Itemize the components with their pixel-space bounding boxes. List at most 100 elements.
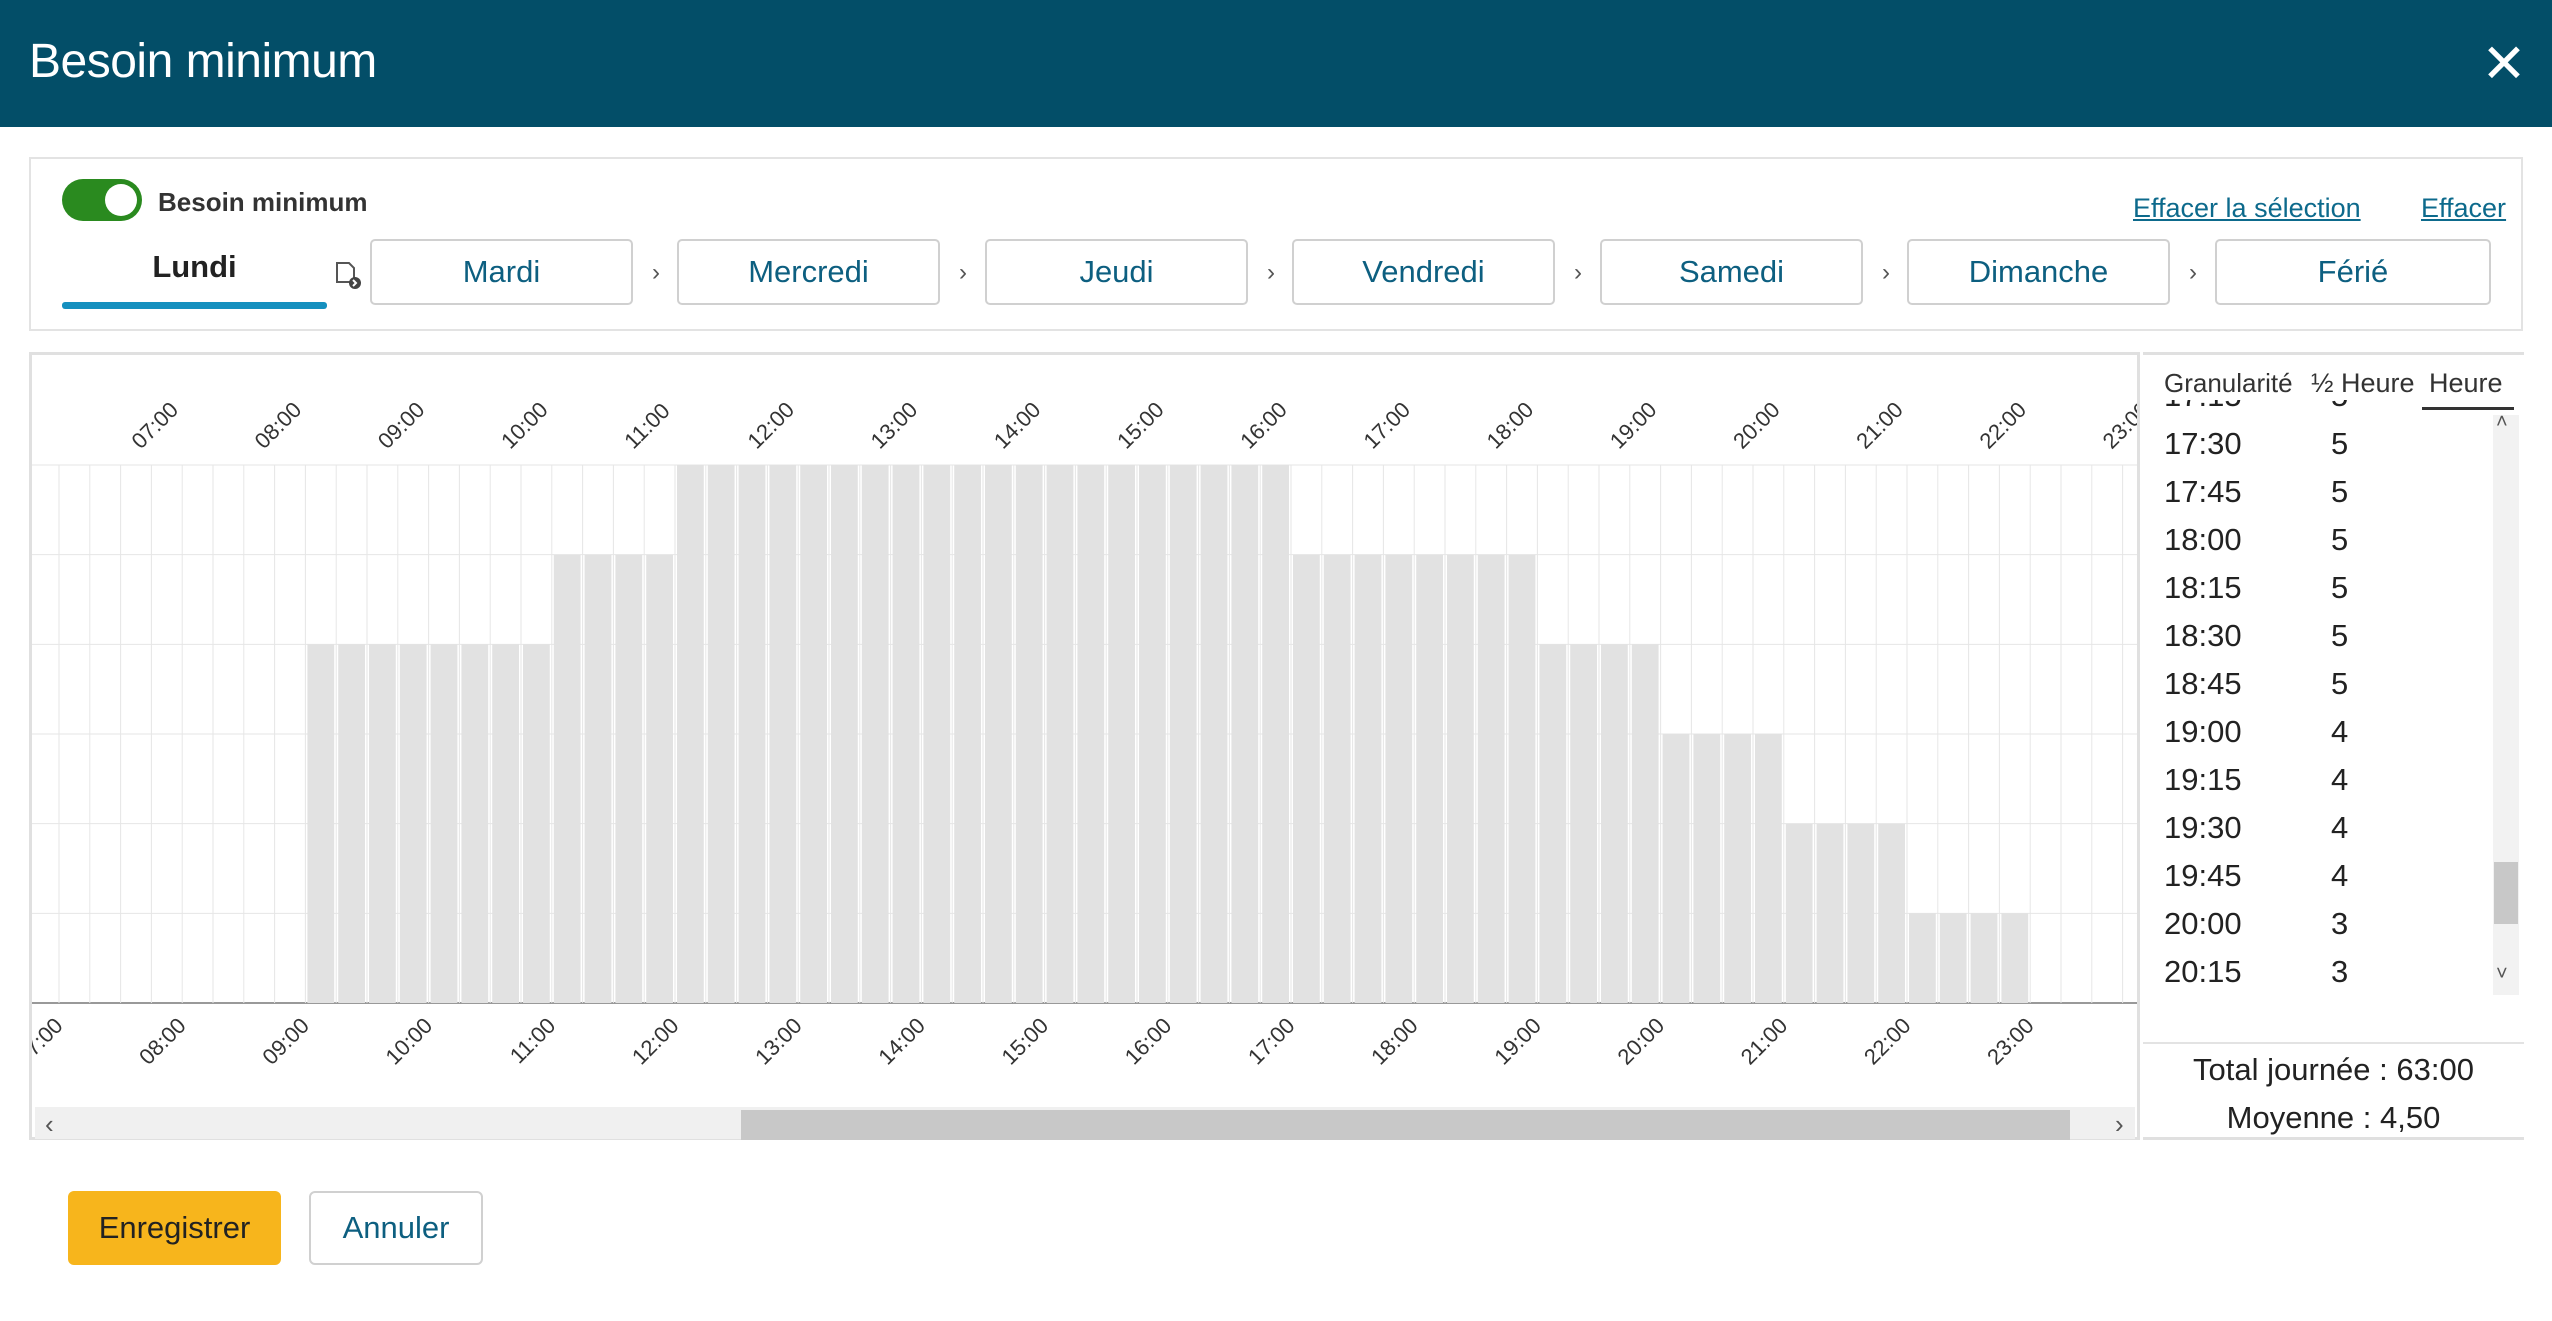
bar[interactable] bbox=[553, 554, 581, 1003]
bar[interactable] bbox=[1077, 465, 1105, 1003]
need-chart-svg[interactable]: 07:00 07:00 08:00 08:00 09:00 09:00 10:00 10:00… bbox=[32, 355, 2137, 1107]
bar[interactable] bbox=[1631, 644, 1659, 1003]
bar[interactable] bbox=[1939, 913, 1967, 1003]
bar[interactable] bbox=[1878, 823, 1905, 1003]
bar[interactable] bbox=[677, 465, 704, 1003]
bar[interactable] bbox=[861, 465, 889, 1003]
bar[interactable] bbox=[769, 465, 797, 1003]
bar[interactable] bbox=[430, 644, 458, 1003]
bar[interactable] bbox=[1108, 465, 1135, 1003]
bar[interactable] bbox=[1816, 823, 1844, 1003]
bar[interactable] bbox=[1262, 465, 1289, 1003]
list-item[interactable]: 19:30 4 bbox=[2164, 810, 2484, 858]
clear-selection-link[interactable]: Effacer la sélection bbox=[2133, 193, 2361, 224]
bar[interactable] bbox=[1416, 554, 1443, 1003]
bar[interactable] bbox=[1231, 465, 1259, 1003]
list-item[interactable]: 19:15 4 bbox=[2164, 762, 2484, 810]
bar[interactable] bbox=[523, 644, 550, 1003]
scrollbar-thumb[interactable] bbox=[741, 1110, 2070, 1140]
vertical-scrollbar-thumb[interactable] bbox=[2494, 862, 2518, 924]
bar[interactable] bbox=[1539, 644, 1567, 1003]
scroll-left-icon[interactable]: ‹ bbox=[45, 1109, 54, 1140]
dialog-title: Besoin minimum bbox=[29, 35, 377, 88]
list-item[interactable]: 18:30 5 bbox=[2164, 618, 2484, 666]
list-item[interactable]: 17:15 5 bbox=[2164, 400, 2484, 426]
bar[interactable] bbox=[1601, 644, 1628, 1003]
list-item[interactable]: 17:45 5 bbox=[2164, 474, 2484, 522]
bar[interactable] bbox=[1724, 734, 1751, 1003]
granularity-panel: Granularité ½ Heure Heure 17:15517:30517… bbox=[2143, 352, 2524, 1140]
bar[interactable] bbox=[1323, 554, 1351, 1003]
bar[interactable] bbox=[1169, 465, 1197, 1003]
row-value: 5 bbox=[2331, 522, 2349, 557]
scroll-right-icon[interactable]: › bbox=[2115, 1109, 2124, 1140]
bar[interactable] bbox=[954, 465, 981, 1003]
bar[interactable] bbox=[1970, 913, 1998, 1003]
bar[interactable] bbox=[1447, 554, 1474, 1003]
bar[interactable] bbox=[831, 465, 858, 1003]
bar[interactable] bbox=[923, 465, 951, 1003]
bar[interactable] bbox=[1385, 554, 1413, 1003]
bar[interactable] bbox=[646, 554, 673, 1003]
list-item[interactable]: 18:45 5 bbox=[2164, 666, 2484, 714]
day-button-mardi[interactable]: Mardi bbox=[370, 239, 633, 305]
tab-half-hour[interactable]: ½ Heure bbox=[2311, 368, 2415, 399]
list-item[interactable]: 17:30 5 bbox=[2164, 426, 2484, 474]
bar[interactable] bbox=[1909, 913, 1936, 1003]
bar[interactable] bbox=[1755, 734, 1782, 1003]
bar[interactable] bbox=[1354, 554, 1382, 1003]
bar[interactable] bbox=[492, 644, 519, 1003]
bar[interactable] bbox=[1847, 823, 1875, 1003]
vertical-scrollbar[interactable]: ˄ ˅ bbox=[2493, 411, 2519, 995]
bar[interactable] bbox=[892, 465, 920, 1003]
scroll-down-icon[interactable]: ˅ bbox=[2496, 963, 2508, 986]
scroll-up-icon[interactable]: ˄ bbox=[2496, 411, 2508, 434]
horizontal-scrollbar[interactable]: ‹ › bbox=[35, 1107, 2135, 1140]
bar[interactable] bbox=[584, 554, 612, 1003]
besoin-minimum-toggle[interactable] bbox=[62, 179, 142, 221]
day-button-samedi[interactable]: Samedi bbox=[1600, 239, 1863, 305]
bar[interactable] bbox=[1785, 823, 1813, 1003]
bar[interactable] bbox=[1293, 554, 1320, 1003]
bar[interactable] bbox=[738, 465, 766, 1003]
day-button-mercredi[interactable]: Mercredi bbox=[677, 239, 940, 305]
day-button-ferie[interactable]: Férié bbox=[2215, 239, 2491, 305]
tab-hour[interactable]: Heure bbox=[2429, 368, 2503, 399]
clear-link[interactable]: Effacer bbox=[2421, 193, 2506, 224]
cancel-button[interactable]: Annuler bbox=[309, 1191, 483, 1265]
bar[interactable] bbox=[985, 465, 1012, 1003]
bar[interactable] bbox=[1570, 644, 1597, 1003]
list-item[interactable]: 19:45 4 bbox=[2164, 858, 2484, 906]
day-button-vendredi[interactable]: Vendredi bbox=[1292, 239, 1555, 305]
day-button-jeudi[interactable]: Jeudi bbox=[985, 239, 1248, 305]
bar[interactable] bbox=[338, 644, 365, 1003]
bar[interactable] bbox=[1139, 465, 1166, 1003]
close-icon[interactable]: ✕ bbox=[2474, 34, 2534, 94]
bar[interactable] bbox=[800, 465, 827, 1003]
copy-day-icon[interactable] bbox=[333, 259, 365, 291]
bar[interactable] bbox=[461, 644, 489, 1003]
list-item[interactable]: 20:00 3 bbox=[2164, 906, 2484, 954]
list-item[interactable]: 18:00 5 bbox=[2164, 522, 2484, 570]
bar[interactable] bbox=[1662, 734, 1690, 1003]
bar[interactable] bbox=[2001, 913, 2029, 1003]
bar[interactable] bbox=[1508, 554, 1536, 1003]
bar[interactable] bbox=[307, 644, 335, 1003]
bar[interactable] bbox=[707, 465, 735, 1003]
bar[interactable] bbox=[1477, 554, 1505, 1003]
save-button[interactable]: Enregistrer bbox=[68, 1191, 281, 1265]
bar[interactable] bbox=[369, 644, 396, 1003]
bar[interactable] bbox=[399, 644, 427, 1003]
bar[interactable] bbox=[1200, 465, 1228, 1003]
list-item[interactable]: 19:00 4 bbox=[2164, 714, 2484, 762]
bar[interactable] bbox=[1015, 465, 1043, 1003]
bar[interactable] bbox=[615, 554, 643, 1003]
bar[interactable] bbox=[1693, 734, 1721, 1003]
row-time: 20:00 bbox=[2164, 906, 2242, 941]
list-item[interactable]: 20:15 3 bbox=[2164, 954, 2484, 985]
value-list[interactable]: 17:15517:30517:45518:00518:15518:30518:4… bbox=[2143, 400, 2493, 985]
list-item[interactable]: 18:15 5 bbox=[2164, 570, 2484, 618]
tab-lundi[interactable]: Lundi bbox=[62, 239, 327, 309]
bar[interactable] bbox=[1046, 465, 1074, 1003]
day-button-dimanche[interactable]: Dimanche bbox=[1907, 239, 2170, 305]
